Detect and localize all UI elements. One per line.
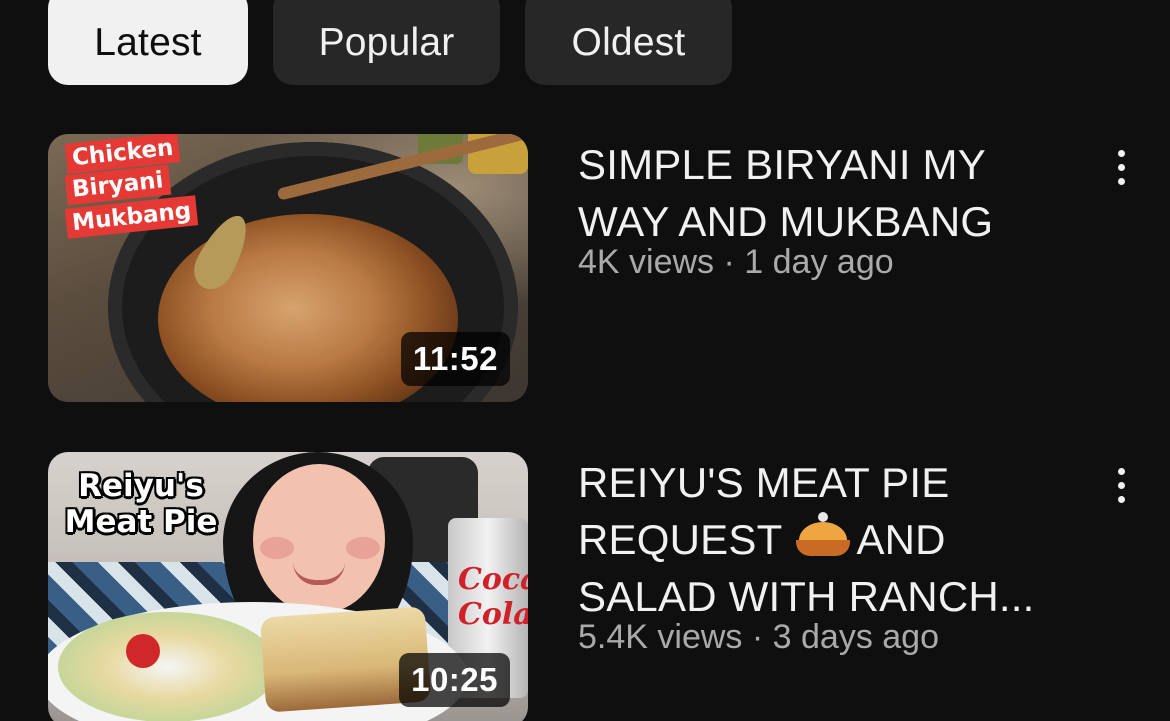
thumbnail-caption: Reiyu's Meat Pie: [64, 468, 218, 540]
can-logo: Coca-Cola: [458, 562, 528, 632]
chip-popular[interactable]: Popular: [273, 0, 500, 85]
video-title[interactable]: REIYU'S MEAT PIE REQUEST AND SALAD WITH R…: [578, 454, 1078, 625]
meta-separator: ·: [751, 618, 773, 656]
channel-videos-page: Latest Popular Oldest Chicken Biryani Mu…: [0, 0, 1170, 721]
pie-icon: [796, 512, 851, 558]
chip-latest[interactable]: Latest: [48, 0, 248, 85]
meta-separator: ·: [723, 243, 745, 281]
duration-badge: 10:25: [399, 653, 510, 707]
video-title[interactable]: SIMPLE BIRYANI MY WAY AND MUKBANG: [578, 136, 1078, 250]
upload-age: 1 day ago: [744, 243, 894, 281]
video-item[interactable]: Coca-Cola Reiyu's Meat Pie 10:25 REIYU'S…: [0, 452, 1170, 721]
video-item[interactable]: Chicken Biryani Mukbang 11:52 SIMPLE BIR…: [0, 134, 1170, 402]
duration-badge: 11:52: [400, 332, 510, 386]
video-thumbnail[interactable]: Chicken Biryani Mukbang 11:52: [48, 134, 528, 402]
view-count: 5.4K views: [578, 618, 743, 656]
view-count: 4K views: [578, 243, 715, 281]
chip-oldest[interactable]: Oldest: [525, 0, 732, 85]
upload-age: 3 days ago: [772, 618, 939, 656]
more-vert-icon[interactable]: [1100, 460, 1142, 510]
video-meta: 5.4K views · 3 days ago: [578, 618, 939, 657]
video-meta: 4K views · 1 day ago: [578, 243, 894, 282]
video-thumbnail[interactable]: Coca-Cola Reiyu's Meat Pie 10:25: [48, 452, 528, 721]
more-vert-icon[interactable]: [1100, 142, 1142, 192]
thumbnail-caption: Chicken Biryani Mukbang: [64, 134, 199, 239]
